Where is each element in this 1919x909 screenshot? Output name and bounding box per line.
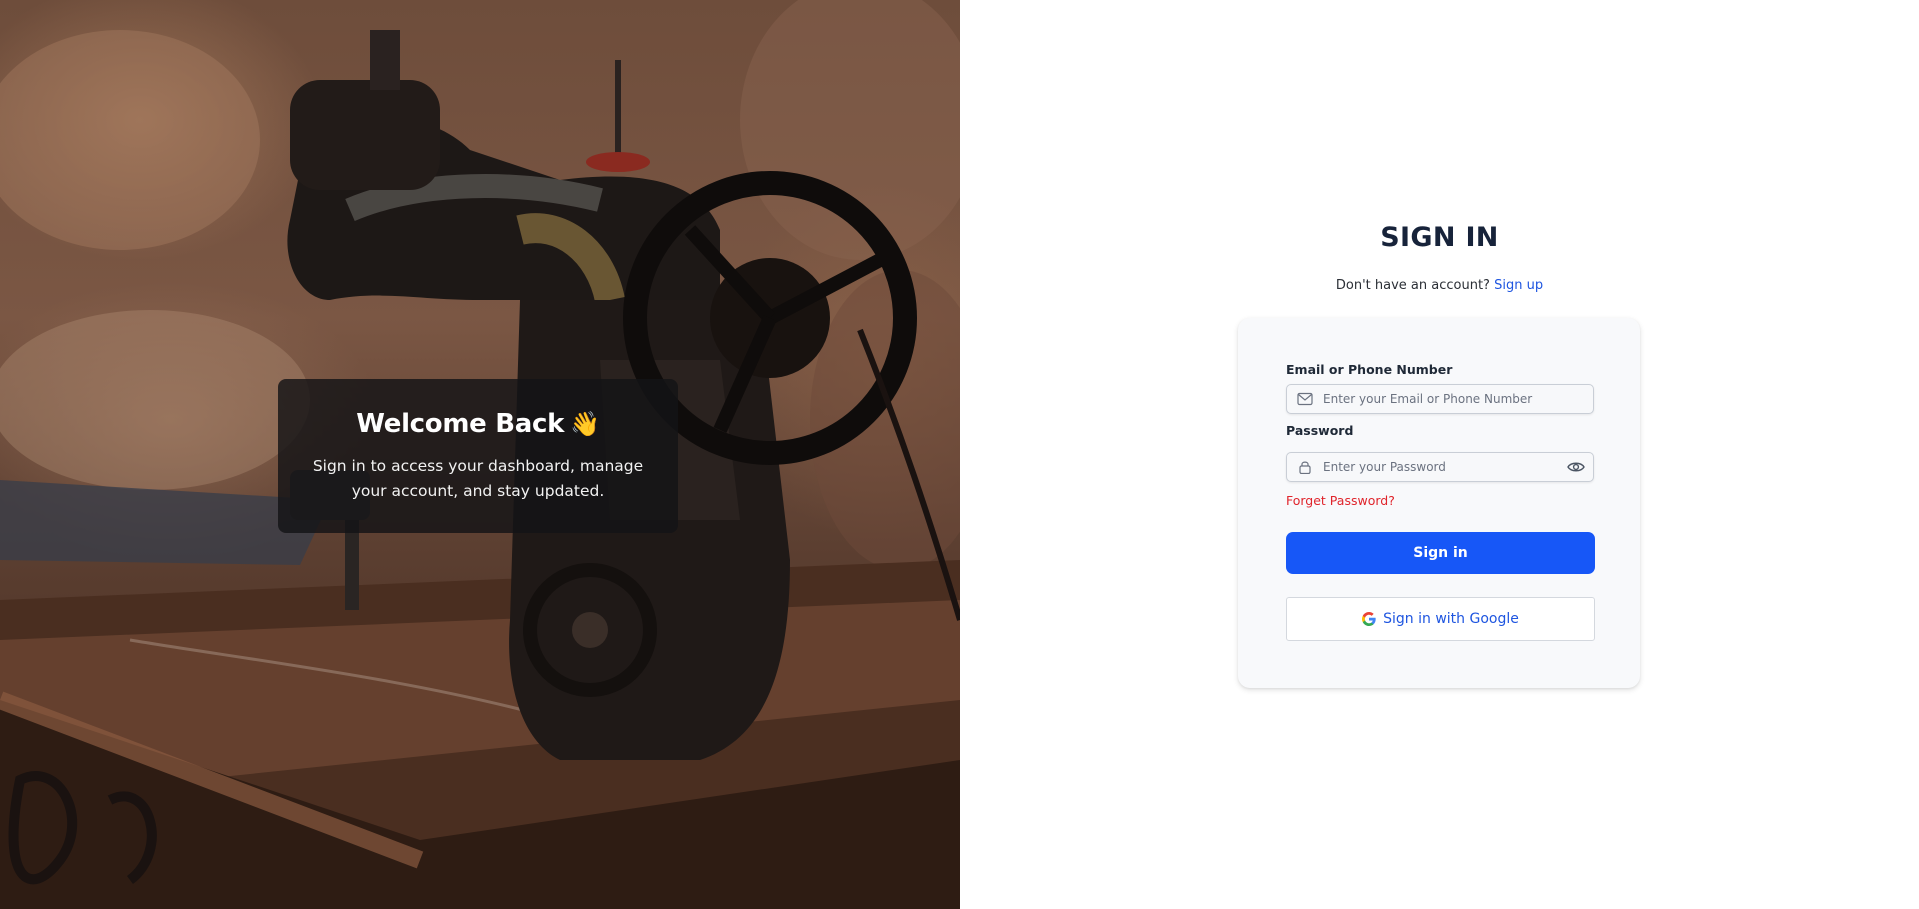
signin-card: Email or Phone Number Password [1238,318,1640,688]
forgot-password-link[interactable]: Forget Password? [1286,493,1395,508]
email-label: Email or Phone Number [1286,362,1453,377]
no-account-text: Don't have an account? [1335,278,1490,293]
hero-panel: Welcome Back 👋 Sign in to access your das… [0,0,960,909]
password-label: Password [1286,423,1354,438]
google-icon [1362,612,1376,626]
form-panel: SIGN IN Don't have an account? Sign up E… [960,0,1919,909]
google-signin-label: Sign in with Google [1383,611,1519,627]
email-field-wrapper [1286,384,1594,414]
waving-hand-icon: 👋 [570,410,600,438]
eye-icon[interactable] [1567,460,1585,474]
lock-icon [1299,461,1311,474]
page-title: SIGN IN [1380,222,1499,253]
password-field-wrapper [1286,452,1594,482]
signup-link[interactable]: Sign up [1494,278,1543,293]
mail-icon [1297,392,1313,406]
signin-page: Welcome Back 👋 Sign in to access your das… [0,0,1919,909]
welcome-card: Welcome Back 👋 Sign in to access your das… [278,379,678,533]
password-input[interactable] [1323,453,1553,481]
welcome-title-text: Welcome Back [356,409,565,439]
welcome-description: Sign in to access your dashboard, manage… [312,457,644,500]
google-signin-button[interactable]: Sign in with Google [1286,597,1595,641]
welcome-title: Welcome Back 👋 [278,408,678,440]
signup-prompt: Don't have an account? Sign up [960,278,1919,293]
email-input[interactable] [1323,385,1553,413]
signin-button[interactable]: Sign in [1286,532,1595,574]
